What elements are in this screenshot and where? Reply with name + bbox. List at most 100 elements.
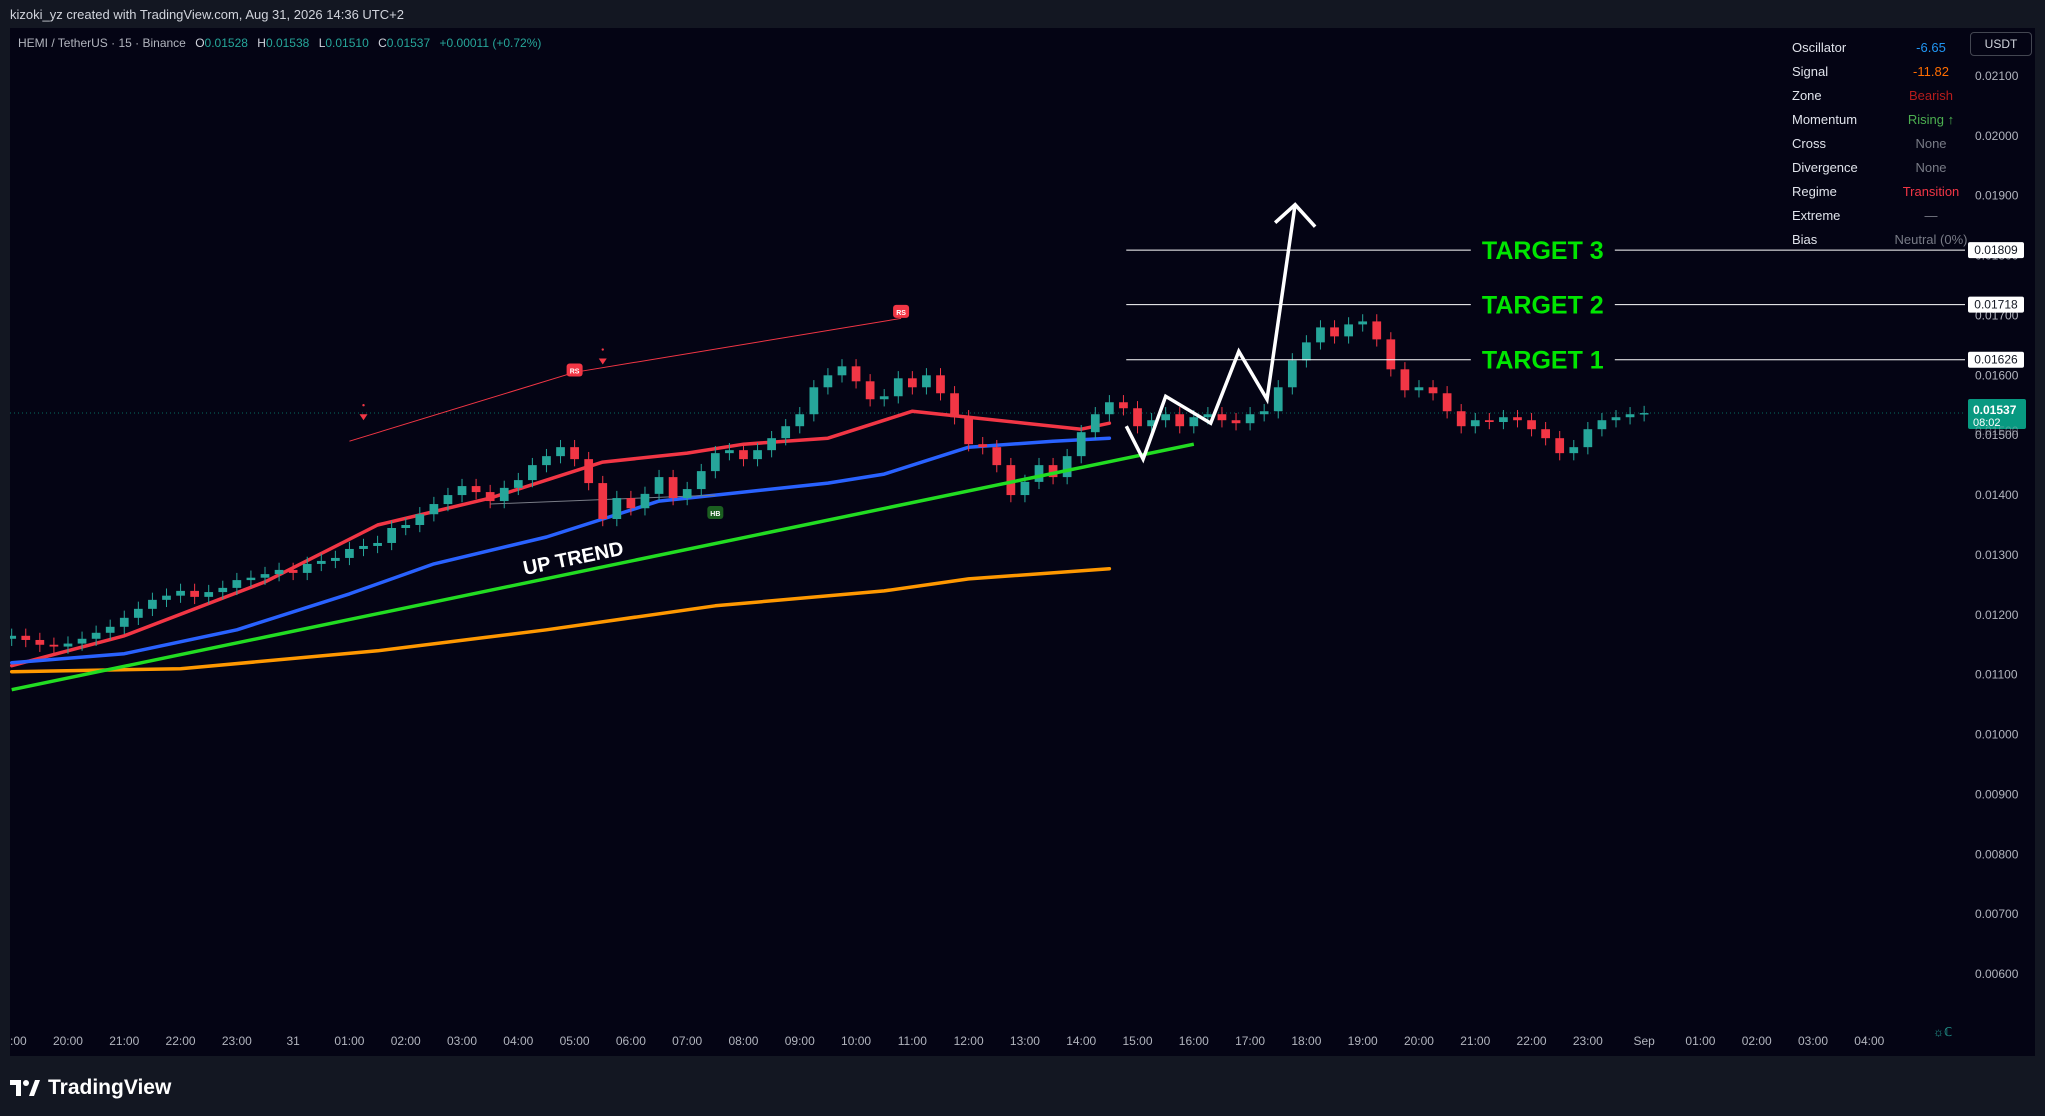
candle[interactable] [471,486,481,493]
candle[interactable] [133,608,143,618]
candle[interactable] [457,486,467,496]
candle[interactable] [387,528,397,543]
candle[interactable] [1231,420,1241,424]
candle[interactable] [1175,414,1185,427]
candle[interactable] [879,396,889,400]
candle[interactable] [162,595,171,600]
candle[interactable] [851,366,861,382]
candle[interactable] [992,447,1002,466]
candle[interactable] [1034,465,1044,482]
candle[interactable] [542,456,551,466]
candle[interactable] [612,498,622,520]
candle[interactable] [907,378,917,388]
candle[interactable] [49,644,59,647]
candle[interactable] [936,375,945,394]
candle[interactable] [922,375,931,388]
candle[interactable] [148,599,157,609]
candle[interactable] [260,574,270,578]
candle[interactable] [1611,417,1621,421]
candle[interactable] [696,471,706,490]
candle[interactable] [682,489,692,499]
candle[interactable] [598,483,608,520]
candle[interactable] [21,635,31,640]
candle[interactable] [626,498,636,509]
candle[interactable] [1456,411,1466,427]
candle[interactable] [1442,393,1452,412]
candle[interactable] [1555,438,1565,454]
candle[interactable] [1020,481,1030,496]
candle[interactable] [1428,387,1438,394]
candle[interactable] [415,514,425,526]
candle[interactable] [964,417,974,445]
candle[interactable] [1344,324,1353,337]
candle[interactable] [35,639,45,645]
candle[interactable] [1513,417,1522,421]
candle[interactable] [725,450,734,454]
candle[interactable] [1189,417,1199,427]
candle[interactable] [668,477,678,499]
candle[interactable] [837,366,847,376]
candle[interactable] [1259,411,1269,415]
candle[interactable] [950,393,959,418]
candle[interactable] [1105,402,1114,415]
currency-button[interactable]: USDT [1970,32,2032,56]
candle[interactable] [359,545,368,549]
candle[interactable] [401,525,411,528]
candle[interactable] [331,557,340,561]
chart-pane[interactable]: 0.021000.020000.019000.018000.017000.016… [10,28,2035,1056]
candle[interactable] [1133,408,1142,427]
candle[interactable] [246,577,256,581]
candle[interactable] [91,632,101,639]
candle[interactable] [556,447,565,457]
candle[interactable] [1217,414,1227,421]
candle[interactable] [893,378,903,397]
candle[interactable] [1541,429,1550,439]
candle[interactable] [1569,447,1579,454]
candle[interactable] [1484,420,1494,423]
price-chart[interactable]: 0.021000.020000.019000.018000.017000.016… [10,28,2035,1056]
candle[interactable] [865,381,875,400]
candle[interactable] [316,560,326,564]
candle[interactable] [1316,327,1325,343]
candle[interactable] [781,426,791,439]
candle[interactable] [77,638,87,644]
candle[interactable] [1583,429,1593,448]
sun-icon[interactable]: ☼ℂ [1933,1025,1952,1039]
candle[interactable] [978,444,988,448]
tradingview-logo[interactable]: TradingView [10,1076,171,1100]
candle[interactable] [288,569,298,573]
candle[interactable] [1400,369,1410,391]
candle[interactable] [739,450,748,460]
candle[interactable] [1330,327,1339,337]
candle[interactable] [1527,420,1536,430]
candle[interactable] [1414,387,1424,391]
candle[interactable] [274,569,284,575]
candle[interactable] [1062,456,1072,478]
candle[interactable] [1090,414,1100,433]
candle[interactable] [809,387,819,415]
candle[interactable] [1287,360,1297,388]
candle[interactable] [105,626,115,633]
candle[interactable] [1203,414,1213,418]
candle[interactable] [499,487,509,502]
candle[interactable] [1499,417,1508,423]
candle[interactable] [204,592,214,597]
candle[interactable] [1119,402,1128,409]
candle[interactable] [1597,420,1607,430]
candle[interactable] [443,495,453,505]
candle[interactable] [1273,387,1283,412]
candle[interactable] [485,492,495,502]
candle[interactable] [1076,432,1086,457]
candle[interactable] [654,477,664,494]
candle[interactable] [1386,339,1396,370]
candle[interactable] [1302,342,1311,361]
candle[interactable] [513,480,523,488]
candle[interactable] [345,548,354,558]
candle[interactable] [429,504,439,515]
candle[interactable] [1625,414,1635,418]
candle[interactable] [570,447,579,460]
candle[interactable] [528,465,537,481]
candle[interactable] [795,414,805,427]
candle[interactable] [640,493,650,509]
candle[interactable] [753,450,762,460]
